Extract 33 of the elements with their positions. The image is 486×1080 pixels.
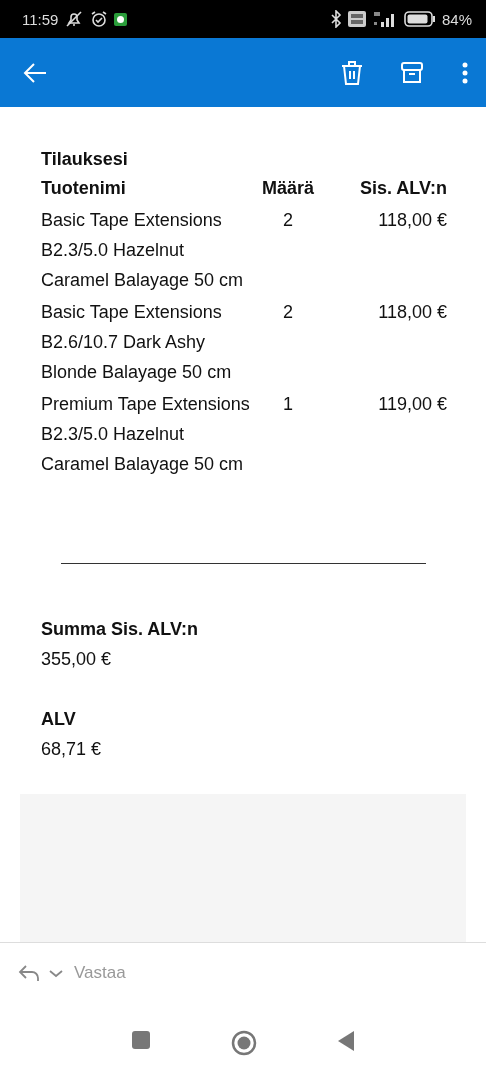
quantity-cell-text: 2 [282, 209, 294, 232]
product-name-cell-text: Premium Tape Extensions B2.3/5.0 Hazelnut Caramel Balayage 50 cm [41, 393, 251, 476]
alarm-icon [90, 10, 109, 28]
order-heading: Tilauksesi [41, 148, 129, 171]
product-name-cell-text: Basic Tape Extensions B2.3/5.0 Hazelnut Caramel Balayage 50 cm [41, 209, 245, 292]
status-time: 11:59 [22, 10, 59, 28]
price-cell-text: 118,00 € [377, 209, 447, 232]
battery-icon [403, 11, 436, 27]
quantity-cell-text: 2 [282, 301, 294, 324]
price-cell-text: 119,00 € [377, 393, 447, 416]
recents-icon[interactable] [131, 1030, 151, 1050]
reply-button[interactable]: Vastaa [74, 963, 126, 983]
back-nav-icon[interactable] [337, 1030, 355, 1052]
battery-level: 84% [441, 10, 472, 28]
quantity-cell-text: 1 [282, 393, 294, 416]
bluetooth-icon [329, 10, 342, 28]
trash-icon[interactable] [340, 59, 364, 86]
back-button[interactable] [22, 61, 48, 84]
total-label: Summa Sis. ALV:n [41, 618, 199, 641]
muted-bell-icon [64, 10, 85, 28]
reply-icon[interactable] [18, 963, 42, 983]
column-header: Tuotenimi [41, 177, 127, 200]
total-label: ALV [41, 708, 76, 731]
column-header: Määrä [261, 177, 315, 200]
column-header: Sis. ALV:n [359, 177, 447, 200]
product-name-cell-text: Basic Tape Extensions B2.6/10.7 Dark Ashy Blonde Balayage 50 cm [41, 301, 233, 384]
home-icon[interactable] [231, 1030, 257, 1056]
total-value: 355,00 € [41, 648, 112, 671]
more-menu-icon[interactable] [462, 61, 468, 84]
total-value: 68,71 € [41, 738, 102, 761]
price-cell-text: 118,00 € [377, 301, 447, 324]
archive-icon[interactable] [400, 60, 424, 85]
app-icon [114, 12, 128, 26]
